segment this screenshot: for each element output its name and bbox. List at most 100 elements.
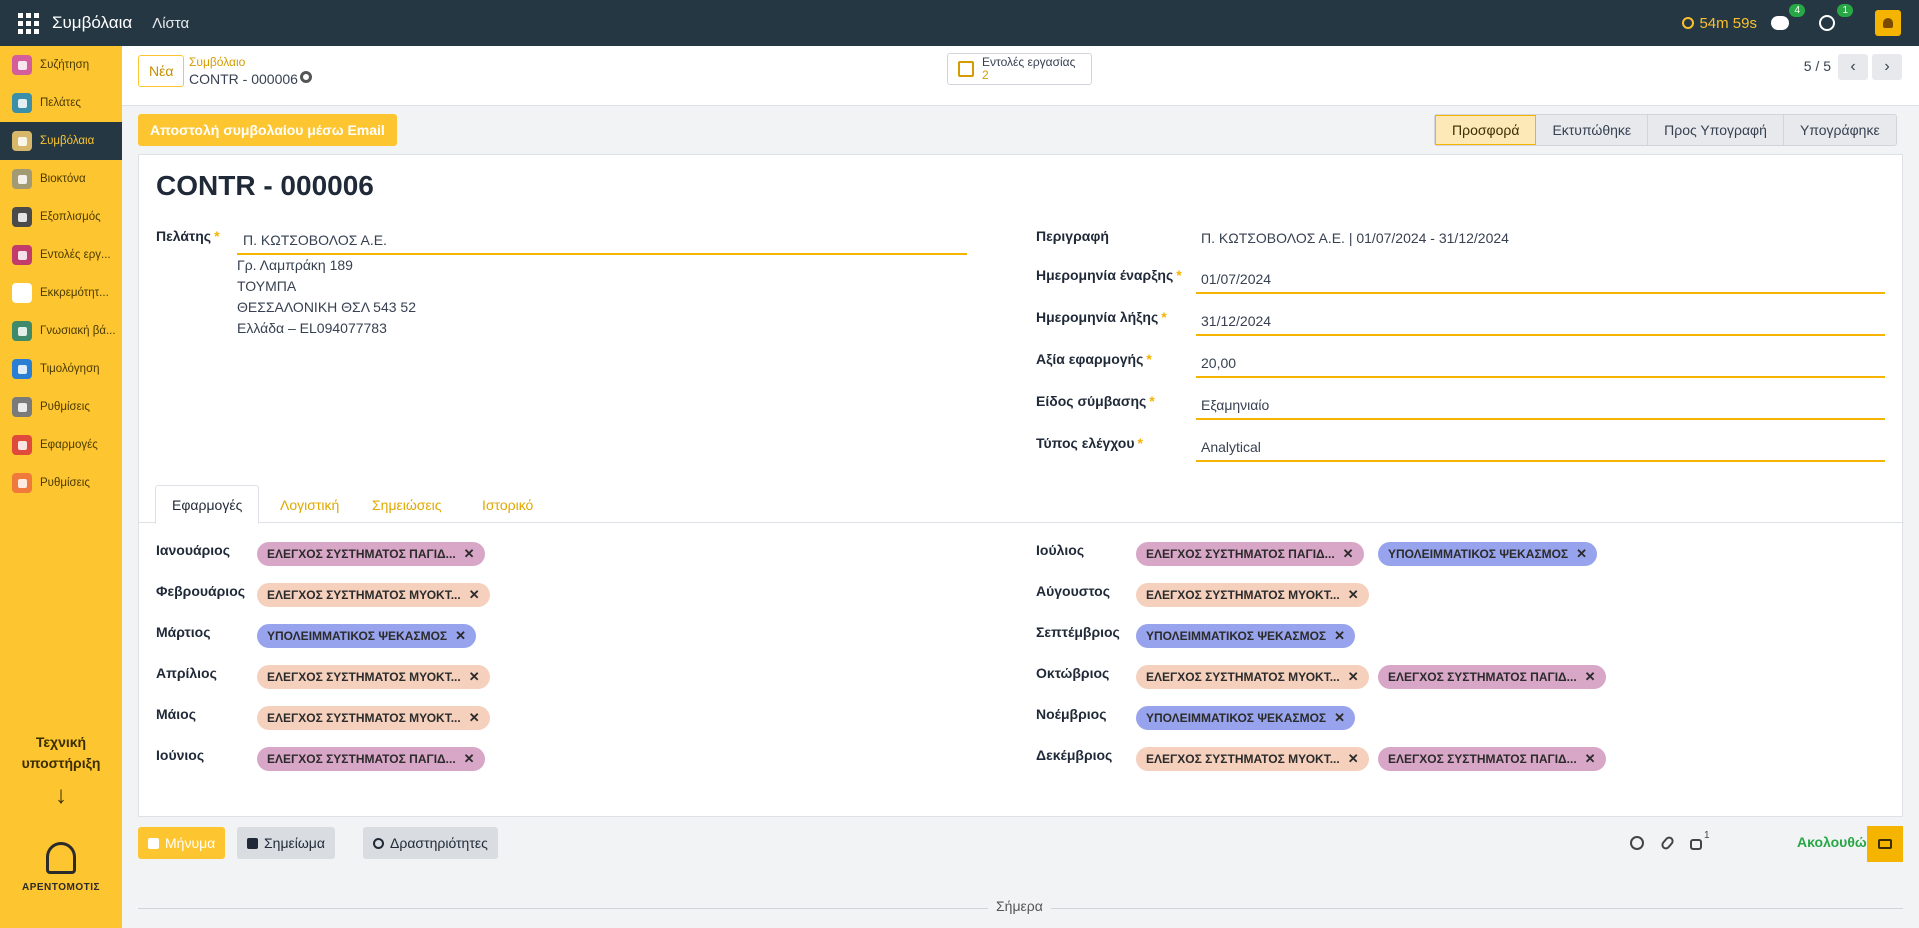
pager-value[interactable]: 5 / 5 <box>1804 58 1831 74</box>
tab-notes[interactable]: Σημειώσεις <box>356 485 458 524</box>
activities-badge: 1 <box>1837 4 1853 17</box>
tab-applications[interactable]: Εφαρμογές <box>155 485 260 524</box>
month-label-jul: Ιούλιος <box>1036 542 1085 558</box>
tag-mar-psekasmos[interactable]: ΥΠΟΛΕΙΜΜΑΤΙΚΟΣ ΨΕΚΑΣΜΟΣ ✕ <box>257 624 477 648</box>
month-label-mar: Μάρτιος <box>156 624 211 640</box>
followers-icon[interactable] <box>1690 839 1702 850</box>
gear-icon[interactable] <box>300 71 312 83</box>
stage-signed[interactable]: Υπογράφηκε <box>1784 115 1896 145</box>
description-label: Περιγραφή <box>1036 228 1109 244</box>
sidebar-item-2[interactable]: Συμβόλαια <box>0 122 122 160</box>
tag-apr-mykt[interactable]: ΕΛΕΓΧΟΣ ΣΥΣΤΗΜΑΤΟΣ ΜΥΟΚΤ... ✕ <box>257 665 490 689</box>
support-line1: Τεχνική <box>35 734 87 750</box>
tag-dec-mykt[interactable]: ΕΛΕΓΧΟΣ ΣΥΣΤΗΜΑΤΟΣ ΜΥΟΚΤ... ✕ <box>1136 747 1369 771</box>
contract-type-field[interactable]: Εξαμηνιαίο <box>1201 397 1269 413</box>
user-avatar[interactable] <box>1875 10 1901 36</box>
followers-count: 1 <box>1704 830 1710 841</box>
sidebar-item-5[interactable]: Εντολές εργ... <box>0 236 122 274</box>
remove-tag-icon[interactable]: ✕ <box>469 669 480 685</box>
remove-tag-icon[interactable]: ✕ <box>1348 751 1359 767</box>
pager-next-button[interactable]: › <box>1872 54 1902 80</box>
follow-button[interactable]: Ακολουθώ <box>1797 834 1867 850</box>
today-separator: Σήμερα <box>988 898 1051 914</box>
stage-offer[interactable]: Προσφορά <box>1435 115 1537 145</box>
month-label-jan: Ιανουάριος <box>156 542 230 558</box>
sidebar-item-3[interactable]: Βιοκτόνα <box>0 160 122 198</box>
sidebar-item-6[interactable]: Εκκρεμότητ... <box>0 274 122 312</box>
checkbox-icon <box>958 61 974 77</box>
work-orders-smart-button[interactable]: Εντολές εργασίας 2 <box>947 53 1092 85</box>
timer[interactable]: 54m 59s <box>1682 15 1757 32</box>
menu-list[interactable]: Λίστα <box>152 15 189 32</box>
log-note-button[interactable]: Σημείωμα <box>237 827 335 859</box>
application-value-field[interactable]: 20,00 <box>1201 355 1236 371</box>
tag-oct-pagides[interactable]: ΕΛΕΓΧΟΣ ΣΥΣΤΗΜΑΤΟΣ ΠΑΓΙΔ... ✕ <box>1378 665 1606 689</box>
sidebar-item-1[interactable]: Πελάτες <box>0 84 122 122</box>
activities-button[interactable]: 1 <box>1819 4 1853 34</box>
tag-jul-pagides[interactable]: ΕΛΕΓΧΟΣ ΣΥΣΤΗΜΑΤΟΣ ΠΑΓΙΔ... ✕ <box>1136 542 1364 566</box>
tag-jun-pagides[interactable]: ΕΛΕΓΧΟΣ ΣΥΣΤΗΜΑΤΟΣ ΠΑΓΙΔ... ✕ <box>257 747 485 771</box>
sidebar-item-11[interactable]: Ρυθμίσεις <box>0 464 122 502</box>
tag-dec-pagides[interactable]: ΕΛΕΓΧΟΣ ΣΥΣΤΗΜΑΤΟΣ ΠΑΓΙΔ... ✕ <box>1378 747 1606 771</box>
customer-field[interactable]: Π. ΚΩΤΣΟΒΟΛΟΣ Α.Ε. <box>243 232 387 248</box>
remove-tag-icon[interactable]: ✕ <box>1585 669 1596 685</box>
tag-aug-mykt[interactable]: ΕΛΕΓΧΟΣ ΣΥΣΤΗΜΑΤΟΣ ΜΥΟΚΤ... ✕ <box>1136 583 1369 607</box>
search-icon[interactable] <box>1630 836 1644 850</box>
work-order-icon <box>12 245 32 265</box>
tab-accounting[interactable]: Λογιστική <box>264 485 355 524</box>
remove-tag-icon[interactable]: ✕ <box>1334 710 1345 726</box>
start-date-field[interactable]: 01/07/2024 <box>1201 271 1271 287</box>
remove-tag-icon[interactable]: ✕ <box>464 751 475 767</box>
month-label-nov: Νοέμβριος <box>1036 706 1107 722</box>
sidebar-item-10[interactable]: Εφαρμογές <box>0 426 122 464</box>
stage-printed[interactable]: Εκτυπώθηκε <box>1536 115 1649 145</box>
pager-previous-button[interactable]: ‹ <box>1838 54 1868 80</box>
remove-tag-icon[interactable]: ✕ <box>469 587 480 603</box>
remove-tag-icon[interactable]: ✕ <box>469 710 480 726</box>
tag-jul-psekasmos[interactable]: ΥΠΟΛΕΙΜΜΑΤΙΚΟΣ ΨΕΚΑΣΜΟΣ ✕ <box>1378 542 1598 566</box>
chevron-left-icon: ‹ <box>1850 58 1856 75</box>
remove-tag-icon[interactable]: ✕ <box>1343 546 1354 562</box>
customer-label: Πελάτης * <box>156 228 220 244</box>
chevron-right-icon: › <box>1884 58 1890 75</box>
sidebar-item-4[interactable]: Εξοπλισμός <box>0 198 122 236</box>
support-label[interactable]: Τεχνική υποστήριξη <box>0 732 122 774</box>
sidebar-item-8[interactable]: Τιμολόγηση <box>0 350 122 388</box>
remove-tag-icon[interactable]: ✕ <box>1576 546 1587 562</box>
send-email-button[interactable]: Αποστολή συμβολαίου μέσω Email <box>138 114 397 146</box>
start-date-underline <box>1196 292 1885 294</box>
knowledge-icon <box>12 321 32 341</box>
messages-button[interactable]: 4 <box>1771 4 1805 34</box>
sidebar-item-7[interactable]: Γνωσιακή βά... <box>0 312 122 350</box>
tab-history[interactable]: Ιστορικό <box>466 485 549 524</box>
remove-tag-icon[interactable]: ✕ <box>1334 628 1345 644</box>
paperclip-icon[interactable] <box>1659 834 1676 852</box>
control-type-field[interactable]: Analytical <box>1201 439 1261 455</box>
remove-tag-icon[interactable]: ✕ <box>1348 587 1359 603</box>
remove-tag-icon[interactable]: ✕ <box>1348 669 1359 685</box>
activities-button[interactable]: Δραστηριότητες <box>363 827 498 859</box>
tag-feb-mykt[interactable]: ΕΛΕΓΧΟΣ ΣΥΣΤΗΜΑΤΟΣ ΜΥΟΚΤ... ✕ <box>257 583 490 607</box>
tag-jan-pagides[interactable]: ΕΛΕΓΧΟΣ ΣΥΣΤΗΜΑΤΟΣ ΠΑΓΙΔ... ✕ <box>257 542 485 566</box>
remove-tag-icon[interactable]: ✕ <box>1585 751 1596 767</box>
tag-sep-psekasmos[interactable]: ΥΠΟΛΕΙΜΜΑΤΙΚΟΣ ΨΕΚΑΣΜΟΣ ✕ <box>1136 624 1356 648</box>
new-button[interactable]: Νέα <box>138 55 185 87</box>
camera-icon[interactable] <box>1867 826 1903 862</box>
sidebar-item-label: Εφαρμογές <box>40 439 98 451</box>
tag-oct-mykt[interactable]: ΕΛΕΓΧΟΣ ΣΥΣΤΗΜΑΤΟΣ ΜΥΟΚΤ... ✕ <box>1136 665 1369 689</box>
apps-menu-icon[interactable] <box>18 12 40 34</box>
sidebar-item-label: Συμβόλαια <box>40 135 95 147</box>
breadcrumb-parent[interactable]: Συμβόλαιο <box>189 55 245 69</box>
end-date-field[interactable]: 31/12/2024 <box>1201 313 1271 329</box>
sidebar-item-9[interactable]: Ρυθμίσεις <box>0 388 122 426</box>
stage-to-sign[interactable]: Προς Υπογραφή <box>1648 115 1784 145</box>
remove-tag-icon[interactable]: ✕ <box>464 546 475 562</box>
send-message-button[interactable]: Μήνυμα <box>138 827 226 859</box>
month-label-aug: Αύγουστος <box>1036 583 1111 599</box>
app-title[interactable]: Συμβόλαια <box>52 13 132 33</box>
remove-tag-icon[interactable]: ✕ <box>455 628 466 644</box>
equipment-icon <box>12 207 32 227</box>
tag-nov-psekasmos[interactable]: ΥΠΟΛΕΙΜΜΑΤΙΚΟΣ ΨΕΚΑΣΜΟΣ ✕ <box>1136 706 1356 730</box>
sidebar-item-0[interactable]: Συζήτηση <box>0 46 122 84</box>
tag-may-mykt[interactable]: ΕΛΕΓΧΟΣ ΣΥΣΤΗΜΑΤΟΣ ΜΥΟΚΤ... ✕ <box>257 706 490 730</box>
